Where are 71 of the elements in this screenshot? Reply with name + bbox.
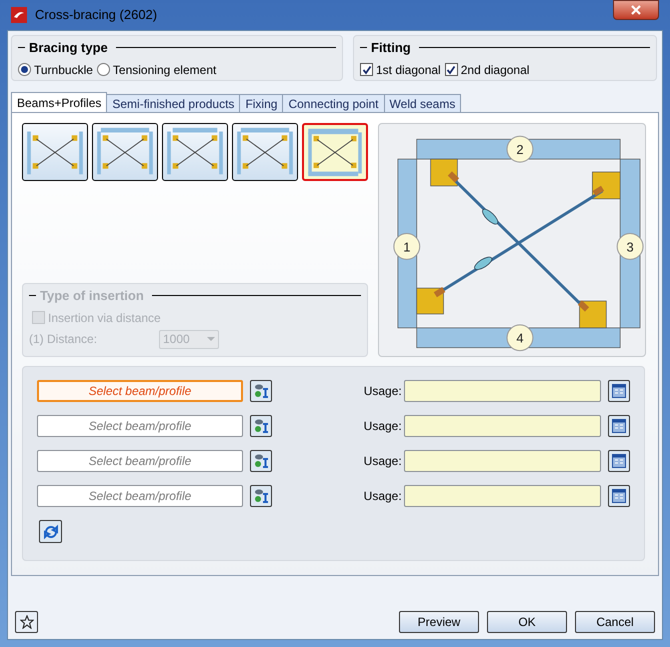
gusset-plate <box>579 300 607 328</box>
refresh-button[interactable] <box>39 520 62 543</box>
radio-button[interactable] <box>18 63 31 76</box>
checkbox[interactable] <box>360 63 373 76</box>
pick-profile-button[interactable] <box>250 415 272 437</box>
usage-field[interactable] <box>404 415 602 437</box>
profile-field[interactable]: Select beam/profile <box>37 485 243 507</box>
usage-label: Usage: <box>364 383 403 400</box>
refresh-icon <box>42 524 58 540</box>
bracing-layout-icon <box>306 127 364 177</box>
member-number: 4 <box>506 324 534 352</box>
table-icon <box>612 489 626 503</box>
pick-profile-button[interactable] <box>250 380 272 402</box>
checkbox-label: 2nd diagonal <box>460 62 530 78</box>
tab[interactable]: Fixing <box>239 94 284 113</box>
checkbox-label: Insertion via distance <box>48 310 161 326</box>
layout-option[interactable] <box>162 123 228 181</box>
checkbox-label: 1st diagonal <box>376 62 441 78</box>
radio-label: Tensioning element <box>112 62 216 78</box>
gusset-plate <box>430 158 458 186</box>
member-number: 2 <box>506 136 534 163</box>
usage-list-button[interactable] <box>608 380 630 402</box>
group-title: Bracing type <box>29 39 108 57</box>
usage-field[interactable] <box>404 450 602 472</box>
distance-label: (1) Distance: <box>29 331 98 348</box>
dialog-button[interactable]: Cancel <box>575 611 655 633</box>
usage-label: Usage: <box>364 453 403 470</box>
usage-field[interactable] <box>404 485 602 507</box>
group-title: Fitting <box>371 39 411 57</box>
table-icon <box>612 384 626 398</box>
gusset-plate <box>416 288 444 314</box>
tab[interactable]: Beams+Profiles <box>11 92 108 113</box>
profile-field[interactable]: Select beam/profile <box>37 450 243 472</box>
usage-list-button[interactable] <box>608 415 630 437</box>
layout-option[interactable] <box>92 123 158 181</box>
member-number: 1 <box>393 233 420 260</box>
tab[interactable]: Connecting point <box>282 94 385 113</box>
usage-list-button[interactable] <box>608 450 630 472</box>
gusset-plate <box>592 172 621 200</box>
layout-option[interactable] <box>22 123 88 181</box>
group-title: Type of insertion <box>40 287 144 305</box>
profile-field[interactable]: Select beam/profile <box>37 415 243 437</box>
dialog-button[interactable]: OK <box>487 611 567 633</box>
usage-list-button[interactable] <box>608 485 630 507</box>
layout-option[interactable] <box>232 123 298 181</box>
table-icon <box>612 419 626 433</box>
close-button[interactable] <box>613 0 659 20</box>
pick-profile-icon <box>252 383 269 399</box>
dropdown-arrow-icon <box>207 337 215 341</box>
pick-profile-icon <box>252 488 269 504</box>
pick-profile-button[interactable] <box>250 450 272 472</box>
pick-profile-button[interactable] <box>250 485 272 507</box>
usage-label: Usage: <box>364 418 403 435</box>
profile-field[interactable]: Select beam/profile <box>37 380 243 402</box>
radio-button[interactable] <box>96 63 110 76</box>
pick-profile-icon <box>252 453 269 469</box>
checkbox[interactable] <box>444 63 458 76</box>
app-logo-icon <box>11 7 27 23</box>
usage-field[interactable] <box>404 380 602 402</box>
member-number: 3 <box>616 233 644 260</box>
window-title: Cross-bracing (2602) <box>35 6 158 24</box>
tab[interactable]: Semi-finished products <box>106 94 240 113</box>
tab[interactable]: Weld seams <box>384 94 462 113</box>
table-icon <box>612 454 626 468</box>
usage-label: Usage: <box>364 488 403 505</box>
radio-label: Turnbuckle <box>34 62 93 78</box>
star-icon <box>20 615 34 629</box>
pick-profile-icon <box>252 418 269 434</box>
favorite-button[interactable] <box>15 611 38 633</box>
close-icon <box>631 5 641 15</box>
dialog-button[interactable]: Preview <box>399 611 479 633</box>
